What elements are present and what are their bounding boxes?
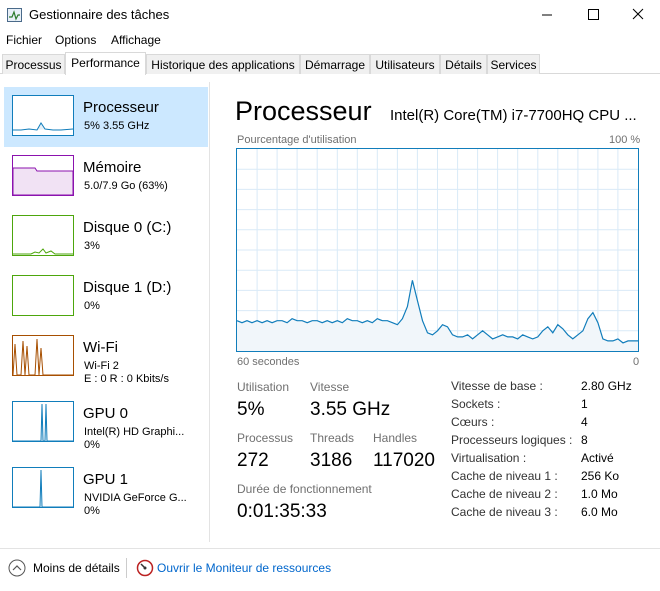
resource-monitor-link[interactable]: Ouvrir le Moniteur de ressources: [157, 561, 331, 575]
task-manager-icon: [7, 8, 22, 22]
sidebar-item-disque0[interactable]: Disque 0 (C:) 3%: [4, 207, 208, 267]
close-button[interactable]: [614, 0, 660, 30]
sidebar-item-label: Processeur: [83, 99, 159, 116]
cpu-model-name: Intel(R) Core(TM) i7-7700HQ CPU ...: [390, 107, 637, 124]
tab-processus[interactable]: Processus: [2, 54, 65, 74]
chevron-up-icon[interactable]: [8, 559, 26, 582]
menu-fichier[interactable]: Fichier: [6, 33, 42, 47]
sidebar-item-detail: Intel(R) HD Graphi...: [84, 426, 185, 438]
info-key: Cœurs :: [451, 415, 495, 429]
sidebar-item-detail: 5% 3.55 GHz: [84, 120, 150, 132]
gpu0-thumbnail: [12, 401, 74, 442]
sidebar-item-disque1[interactable]: Disque 1 (D:) 0%: [4, 267, 208, 327]
less-details-button[interactable]: Moins de détails: [33, 561, 120, 575]
info-value: 8: [581, 433, 588, 447]
info-value: Activé: [581, 451, 614, 465]
footer: Moins de détails Ouvrir le Moniteur de r…: [0, 548, 660, 591]
performance-sidebar: Processeur 5% 3.55 GHz Mémoire 5.0/7.9 G…: [0, 82, 210, 542]
vitesse-value: 3.55 GHz: [310, 399, 391, 420]
tab-utilisateurs[interactable]: Utilisateurs: [370, 54, 440, 74]
vitesse-label: Vitesse: [310, 380, 350, 394]
sidebar-item-detail: 3%: [84, 240, 100, 252]
sidebar-item-detail: Wi-Fi 2: [84, 360, 119, 372]
info-value: 256 Ko: [581, 469, 620, 483]
sidebar-item-detail-2: 0%: [84, 439, 100, 451]
info-key: Sockets :: [451, 397, 501, 411]
info-value: 2.80 GHz: [581, 379, 632, 393]
handles-value: 117020: [373, 450, 435, 471]
threads-label: Threads: [310, 431, 355, 445]
info-key: Cache de niveau 1 :: [451, 469, 558, 483]
sidebar-item-detail: 0%: [84, 300, 100, 312]
uptime-label: Durée de fonctionnement: [237, 482, 372, 496]
sidebar-item-detail-2: E : 0 R : 0 Kbits/s: [84, 373, 169, 385]
info-key: Cache de niveau 2 :: [451, 487, 558, 501]
processus-label: Processus: [237, 431, 294, 445]
sidebar-item-label: Disque 1 (D:): [83, 279, 172, 296]
sidebar-item-wifi[interactable]: Wi-Fi Wi-Fi 2 E : 0 R : 0 Kbits/s: [4, 327, 208, 387]
sidebar-item-memoire[interactable]: Mémoire 5.0/7.9 Go (63%): [4, 147, 208, 207]
tab-bar: Processus Performance Historique des app…: [0, 52, 660, 75]
sidebar-item-label: GPU 1: [83, 471, 129, 488]
chart-y-max-label: 100 %: [609, 134, 641, 146]
disk0-thumbnail: [12, 215, 74, 256]
memory-thumbnail: [12, 155, 74, 196]
tab-historique[interactable]: Historique des applications: [146, 54, 300, 74]
menu-affichage[interactable]: Affichage: [111, 33, 161, 47]
info-value: 1: [581, 397, 588, 411]
sidebar-item-label: GPU 0: [83, 405, 129, 422]
utilisation-label: Utilisation: [237, 380, 290, 394]
sidebar-item-label: Mémoire: [83, 159, 142, 176]
maximize-button[interactable]: [570, 0, 616, 30]
info-key: Virtualisation :: [451, 451, 527, 465]
tab-details[interactable]: Détails: [440, 54, 487, 74]
sidebar-item-gpu0[interactable]: GPU 0 Intel(R) HD Graphi... 0%: [4, 393, 208, 453]
menu-bar: Fichier Options Affichage: [0, 30, 660, 52]
info-key: Cache de niveau 3 :: [451, 505, 558, 519]
window-title: Gestionnaire des tâches: [29, 7, 170, 22]
utilisation-value: 5%: [237, 399, 265, 420]
sidebar-item-label: Disque 0 (C:): [83, 219, 172, 236]
footer-divider: [126, 558, 127, 578]
resource-monitor-icon: [136, 559, 154, 582]
handles-label: Handles: [373, 431, 418, 445]
disk1-thumbnail: [12, 275, 74, 316]
info-key: Processeurs logiques :: [451, 433, 573, 447]
sidebar-item-processeur[interactable]: Processeur 5% 3.55 GHz: [4, 87, 208, 147]
info-value: 6.0 Mo: [581, 505, 618, 519]
info-value: 4: [581, 415, 588, 429]
chart-x-label: 60 secondes: [237, 356, 300, 368]
uptime-value: 0:01:35:33: [237, 501, 327, 522]
sidebar-item-detail: 5.0/7.9 Go (63%): [84, 180, 168, 192]
sidebar-item-label: Wi-Fi: [83, 339, 118, 356]
sidebar-item-gpu1[interactable]: GPU 1 NVIDIA GeForce G... 0%: [4, 459, 208, 519]
tab-demarrage[interactable]: Démarrage: [300, 54, 370, 74]
threads-value: 3186: [310, 450, 353, 471]
chart-x-end-label: 0: [633, 356, 640, 368]
wifi-thumbnail: [12, 335, 74, 376]
info-value: 1.0 Mo: [581, 487, 618, 501]
cpu-usage-chart-svg: [237, 149, 638, 351]
cpu-thumbnail: [12, 95, 74, 136]
sidebar-item-detail-2: 0%: [84, 505, 100, 517]
cpu-usage-chart: [236, 148, 639, 352]
title-bar: Gestionnaire des tâches: [0, 0, 660, 30]
tab-services[interactable]: Services: [487, 54, 540, 74]
tab-performance[interactable]: Performance: [65, 52, 146, 75]
sidebar-item-detail: NVIDIA GeForce G...: [84, 492, 187, 504]
minimize-button[interactable]: [524, 0, 570, 30]
menu-options[interactable]: Options: [55, 33, 96, 47]
page-title: Processeur: [235, 96, 372, 126]
info-key: Vitesse de base :: [451, 379, 543, 393]
processus-value: 272: [237, 450, 269, 471]
chart-y-label: Pourcentage d'utilisation: [237, 134, 357, 146]
gpu1-thumbnail: [12, 467, 74, 508]
